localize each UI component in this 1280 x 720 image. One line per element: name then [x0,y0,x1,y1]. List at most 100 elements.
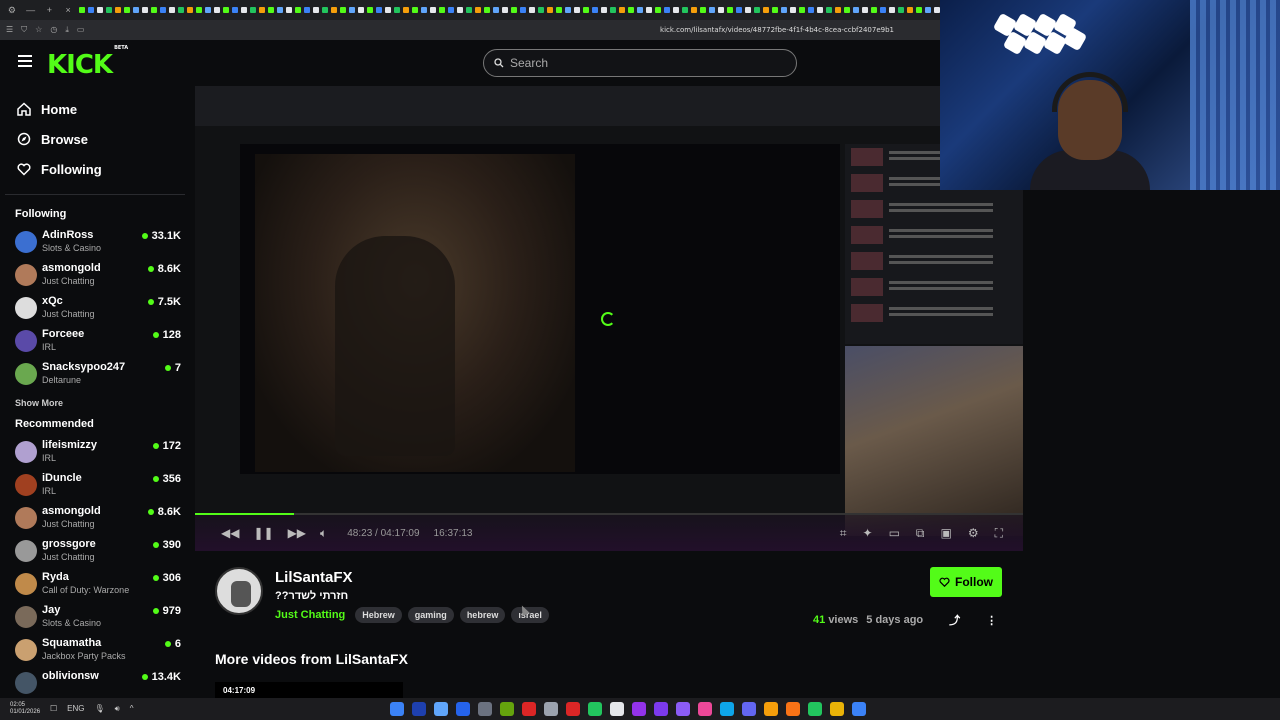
tab-favicon-icon[interactable] [808,7,814,13]
tab-favicon-icon[interactable] [223,7,229,13]
tab-favicon-icon[interactable] [403,7,409,13]
sidebar-toggle-icon[interactable]: ☰ [6,25,13,35]
tab-favicon-icon[interactable] [799,7,805,13]
tab-favicon-icon[interactable] [439,7,445,13]
tab-favicon-icon[interactable] [115,7,121,13]
tab-favicon-icon[interactable] [358,7,364,13]
tab-favicon-icon[interactable] [574,7,580,13]
tab-favicon-icon[interactable] [412,7,418,13]
tab-favicon-icon[interactable] [862,7,868,13]
taskbar-app-icon[interactable] [830,702,844,716]
cast-icon[interactable]: ▣ [940,526,951,541]
tab-favicon-icon[interactable] [673,7,679,13]
sidebar-channel[interactable]: Squamatha Jackbox Party Packs 6 [0,636,190,669]
tab-favicon-icon[interactable] [430,7,436,13]
taskbar-app-icon[interactable] [544,702,558,716]
tab-favicon-icon[interactable] [79,7,85,13]
tab-favicon-icon[interactable] [232,7,238,13]
sidebar-channel[interactable]: iDuncle IRL 356 [0,471,190,504]
tab-favicon-icon[interactable] [538,7,544,13]
tab-favicon-icon[interactable] [277,7,283,13]
theater-icon[interactable]: ▭ [889,526,900,541]
volume-icon[interactable]: 🔊︎ [115,704,120,714]
sidebar-channel[interactable]: asmongold Just Chatting 8.6K [0,261,190,294]
close-tab-icon[interactable]: × [60,5,76,15]
tab-favicon-icon[interactable] [475,7,481,13]
more-options-icon[interactable]: ⋮ [986,614,997,627]
tabs-icon[interactable]: ▭ [77,25,85,35]
tab-favicon-icon[interactable] [853,7,859,13]
tab-favicon-icon[interactable] [718,7,724,13]
tab-favicon-icon[interactable] [295,7,301,13]
new-tab-icon[interactable]: + [42,5,58,15]
clip-icon[interactable]: ⌗ [840,526,847,541]
tab-favicon-icon[interactable] [547,7,553,13]
tab-favicon-icon[interactable] [835,7,841,13]
tab-favicon-icon[interactable] [97,7,103,13]
taskbar-clock[interactable]: 02:05 01/01/2026 [0,702,50,716]
taskbar-app-icon[interactable] [610,702,624,716]
tab-favicon-icon[interactable] [520,7,526,13]
tab-favicon-icon[interactable] [817,7,823,13]
tab-favicon-icon[interactable] [304,7,310,13]
fullscreen-icon[interactable]: ⛶ [995,526,1003,541]
taskbar-app-icon[interactable] [852,702,866,716]
taskbar-app-icon[interactable] [720,702,734,716]
tab-favicon-icon[interactable] [376,7,382,13]
tab-favicon-icon[interactable] [331,7,337,13]
video-player[interactable]: ◀◀ ❚❚ ▶▶ 🔈︎ 48:23 / 04:17:09 16:37:13 ⌗ … [195,86,1023,551]
language-indicator[interactable]: ENG [67,704,84,714]
tag-chip[interactable]: ısrael [511,607,549,623]
tab-favicon-icon[interactable] [529,7,535,13]
taskbar-app-icon[interactable] [786,702,800,716]
taskbar-app-icon[interactable] [500,702,514,716]
tab-favicon-icon[interactable] [124,7,130,13]
tab-favicon-icon[interactable] [628,7,634,13]
tab-favicon-icon[interactable] [142,7,148,13]
tab-favicon-icon[interactable] [646,7,652,13]
sidebar-channel[interactable]: grossgore Just Chatting 390 [0,537,190,570]
tab-favicon-icon[interactable] [898,7,904,13]
tab-favicon-icon[interactable] [169,7,175,13]
sidebar-channel[interactable]: Forceee IRL 128 [0,327,190,360]
tag-chip[interactable]: gaming [407,607,454,623]
taskbar-app-icon[interactable] [808,702,822,716]
tab-favicon-icon[interactable] [385,7,391,13]
tab-favicon-icon[interactable] [457,7,463,13]
share-icon[interactable]: ⤴ [949,612,960,628]
tab-favicon-icon[interactable] [889,7,895,13]
tab-favicon-icon[interactable] [655,7,661,13]
tab-favicon-icon[interactable] [484,7,490,13]
taskbar-app-icon[interactable] [390,702,404,716]
nav-following[interactable]: Following [0,154,190,184]
tab-favicon-icon[interactable] [313,7,319,13]
tab-favicon-icon[interactable] [790,7,796,13]
tab-favicon-icon[interactable] [907,7,913,13]
sidebar-channel[interactable]: xQc Just Chatting 7.5K [0,294,190,327]
streamer-name[interactable]: LilSantaFX [275,569,353,586]
tab-favicon-icon[interactable] [349,7,355,13]
sparkle-icon[interactable]: ✦ [863,526,873,541]
tab-favicon-icon[interactable] [727,7,733,13]
taskbar-app-icon[interactable] [676,702,690,716]
tab-favicon-icon[interactable] [88,7,94,13]
tag-chip[interactable]: Hebrew [355,607,402,623]
tab-favicon-icon[interactable] [610,7,616,13]
tab-favicon-icon[interactable] [700,7,706,13]
follow-button[interactable]: Follow [930,567,1002,597]
tag-chip[interactable]: hebrew [459,607,506,623]
tab-favicon-icon[interactable] [682,7,688,13]
tab-favicon-icon[interactable] [151,7,157,13]
notification-icon[interactable]: ☐ [50,704,57,714]
tab-favicon-icon[interactable] [205,7,211,13]
tab-favicon-icon[interactable] [367,7,373,13]
rewind-icon[interactable]: ◀◀ [221,526,239,540]
tab-favicon-icon[interactable] [583,7,589,13]
sidebar-channel[interactable]: lifeismizzy IRL 172 [0,438,190,471]
tab-favicon-icon[interactable] [880,7,886,13]
tab-favicon-icon[interactable] [745,7,751,13]
taskbar-app-icon[interactable] [566,702,580,716]
minimize-icon[interactable]: — [23,5,39,15]
microphone-icon[interactable]: 🎙︎ [95,704,105,714]
menu-icon[interactable] [18,55,32,67]
